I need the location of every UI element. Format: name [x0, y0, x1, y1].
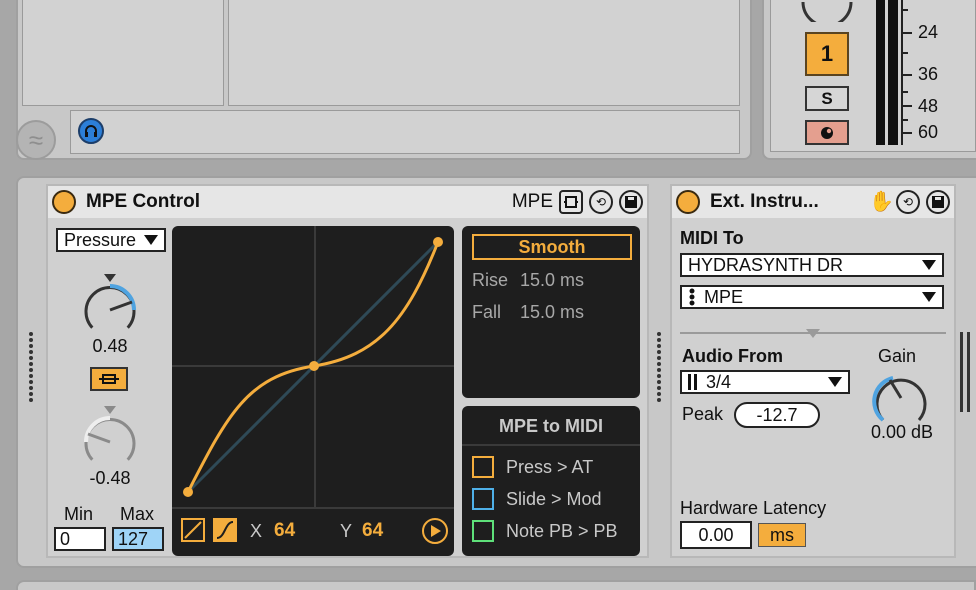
x-label: X: [250, 521, 263, 541]
midi-to-value: HYDRASYNTH DR: [688, 254, 844, 275]
chevron-down-icon: [828, 377, 842, 387]
db-label: 60: [918, 122, 939, 142]
latency-unit-toggle[interactable]: ms: [758, 523, 806, 547]
meter-scale: [901, 0, 912, 145]
db-label: 24: [918, 22, 939, 42]
gain-label: Gain: [878, 346, 917, 366]
y-label: Y: [340, 521, 353, 541]
pan-knob[interactable]: [800, 0, 856, 22]
audio-from-label: Audio From: [682, 346, 783, 366]
play-icon: [431, 525, 441, 537]
audio-from-select[interactable]: 3/4: [680, 370, 850, 394]
mixer-inner: [770, 0, 976, 152]
expand-icon[interactable]: [559, 190, 583, 214]
rise-value[interactable]: 15.0 ms: [520, 270, 584, 291]
note-pb-option[interactable]: Note PB > PB: [472, 520, 618, 542]
clip-slot-right[interactable]: [228, 0, 740, 106]
device-drag-handle[interactable]: [29, 332, 33, 402]
chevron-down-icon: [922, 292, 936, 302]
source-select-value: Pressure: [64, 229, 137, 250]
hand-icon[interactable]: ✋: [869, 192, 894, 212]
record-arm-icon: [821, 126, 833, 139]
device-title: MPE Control: [86, 191, 200, 212]
device-title: Ext. Instru...: [710, 191, 819, 212]
midi-to-select[interactable]: HYDRASYNTH DR: [680, 253, 944, 277]
device-header: Ext. Instru... ✋ ⟲: [672, 186, 954, 218]
device-power-button[interactable]: [676, 190, 700, 214]
mpe-label: MPE: [511, 191, 553, 212]
gain-value: 0.00 dB: [870, 422, 934, 442]
next-panel-edge: [16, 580, 976, 590]
latency-field[interactable]: 0.00: [680, 521, 752, 549]
fall-label: Fall: [472, 302, 502, 322]
linear-icon: [184, 521, 202, 539]
knob2-value: -0.48: [89, 468, 131, 488]
fall-value[interactable]: 15.0 ms: [520, 302, 584, 323]
device-power-button[interactable]: [52, 190, 76, 214]
clip-strip: [70, 110, 740, 154]
max-label: Max: [120, 504, 155, 524]
chevron-down-icon: [922, 260, 936, 270]
rise-label: Rise: [472, 270, 509, 290]
midi-channel-select[interactable]: MPE: [680, 285, 944, 309]
mpe-to-midi-title: MPE to MIDI: [499, 416, 603, 436]
db-label: 48: [918, 96, 939, 116]
collapse-arrow-icon[interactable]: [806, 329, 820, 338]
midi-channel-value: MPE: [704, 286, 744, 307]
linear-curve-button[interactable]: [181, 518, 205, 542]
slide-mod-label: Slide > Mod: [506, 488, 602, 509]
device-drag-handle[interactable]: [657, 332, 661, 402]
audio-from-value: 3/4: [706, 371, 732, 392]
note-pb-checkbox[interactable]: [472, 520, 494, 542]
curve-graph[interactable]: [172, 226, 454, 556]
clip-slot-left[interactable]: [22, 0, 224, 106]
slide-mod-checkbox[interactable]: [472, 488, 494, 510]
track-activator-button[interactable]: 1: [805, 32, 849, 76]
min-field[interactable]: 0: [54, 527, 106, 551]
press-at-checkbox[interactable]: [472, 456, 494, 478]
meter-divider: [885, 0, 888, 145]
chevron-down-icon: [144, 235, 158, 245]
headphone-icon[interactable]: [78, 118, 104, 144]
smooth-toggle[interactable]: Smooth: [472, 234, 632, 260]
save-preset-icon[interactable]: [619, 190, 643, 214]
curve-knob-2[interactable]: [78, 404, 142, 468]
max-field[interactable]: 127: [112, 527, 164, 551]
curve-knob-1[interactable]: [78, 272, 142, 336]
s-curve-icon: [216, 521, 234, 539]
s-curve-button[interactable]: [213, 518, 237, 542]
stereo-channel-icon: [688, 374, 697, 390]
solo-button[interactable]: S: [805, 86, 849, 111]
y-value[interactable]: 64: [362, 520, 383, 542]
min-label: Min: [64, 504, 94, 524]
link-knobs-button[interactable]: [90, 367, 128, 391]
db-label: 36: [918, 64, 939, 84]
slide-to-mod-option[interactable]: Slide > Mod: [472, 488, 602, 510]
x-value[interactable]: 64: [274, 520, 295, 542]
knob1-value: 0.48: [92, 336, 128, 356]
source-select[interactable]: Pressure: [56, 228, 166, 252]
device-header: MPE Control MPE ⟲: [48, 186, 647, 218]
preview-button[interactable]: [422, 518, 448, 544]
link-icon: [99, 374, 119, 384]
chain-scroll-handle[interactable]: [960, 332, 970, 412]
mpe-channel-icon: [689, 288, 695, 306]
save-preset-icon[interactable]: [926, 190, 950, 214]
press-at-label: Press > AT: [506, 456, 594, 477]
hardware-latency-label: Hardware Latency: [680, 498, 827, 518]
hot-swap-icon[interactable]: ⟲: [896, 190, 920, 214]
press-to-at-option[interactable]: Press > AT: [472, 456, 593, 478]
hot-swap-icon[interactable]: ⟲: [589, 190, 613, 214]
midi-to-label: MIDI To: [680, 228, 744, 248]
gain-knob[interactable]: [870, 368, 932, 424]
peak-label: Peak: [682, 404, 724, 424]
arm-button[interactable]: [805, 120, 849, 145]
peak-meter-value[interactable]: -12.7: [734, 402, 820, 428]
note-pb-label: Note PB > PB: [506, 520, 618, 541]
groove-wave-icon[interactable]: ≈: [16, 120, 56, 160]
divider: [462, 444, 640, 446]
